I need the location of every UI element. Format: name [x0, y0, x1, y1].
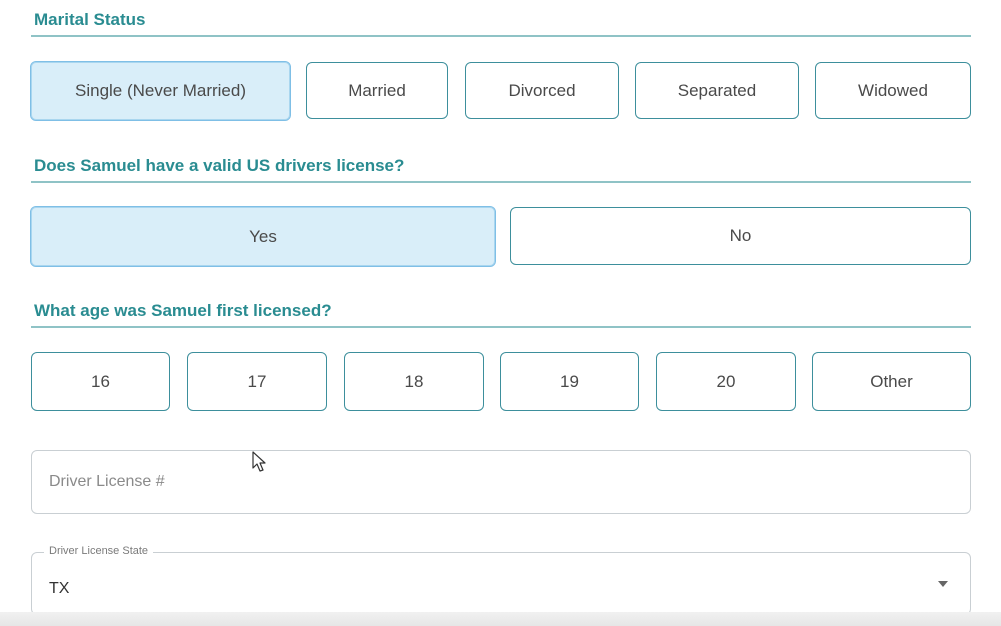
driver-license-state-select[interactable]: Driver License State TX — [31, 545, 971, 615]
divider — [31, 326, 971, 328]
marital-option-separated[interactable]: Separated — [635, 62, 799, 119]
marital-option-widowed[interactable]: Widowed — [815, 62, 971, 119]
license-valid-no-button[interactable]: No — [510, 207, 971, 265]
marital-option-divorced[interactable]: Divorced — [465, 62, 619, 119]
age-option-18[interactable]: 18 — [344, 352, 484, 411]
bottom-edge — [0, 612, 1001, 626]
driver-license-number-input[interactable]: Driver License # — [31, 450, 971, 514]
license-valid-yes-button[interactable]: Yes — [30, 206, 496, 267]
divider — [31, 181, 971, 183]
chevron-down-icon[interactable] — [938, 581, 948, 587]
marital-option-single[interactable]: Single (Never Married) — [30, 61, 291, 121]
driver-license-state-value: TX — [49, 580, 70, 597]
age-option-16[interactable]: 16 — [31, 352, 170, 411]
age-option-other[interactable]: Other — [812, 352, 971, 411]
first-licensed-heading: What age was Samuel first licensed? — [34, 301, 332, 320]
age-option-19[interactable]: 19 — [500, 352, 639, 411]
age-option-17[interactable]: 17 — [187, 352, 327, 411]
marital-option-married[interactable]: Married — [306, 62, 448, 119]
divider — [31, 35, 971, 37]
license-valid-heading: Does Samuel have a valid US drivers lice… — [34, 156, 405, 175]
mouse-pointer-icon — [252, 451, 266, 472]
age-option-20[interactable]: 20 — [656, 352, 796, 411]
driver-license-state-label: Driver License State — [44, 545, 154, 557]
driver-license-number-placeholder: Driver License # — [49, 473, 165, 490]
marital-status-heading: Marital Status — [34, 10, 146, 29]
